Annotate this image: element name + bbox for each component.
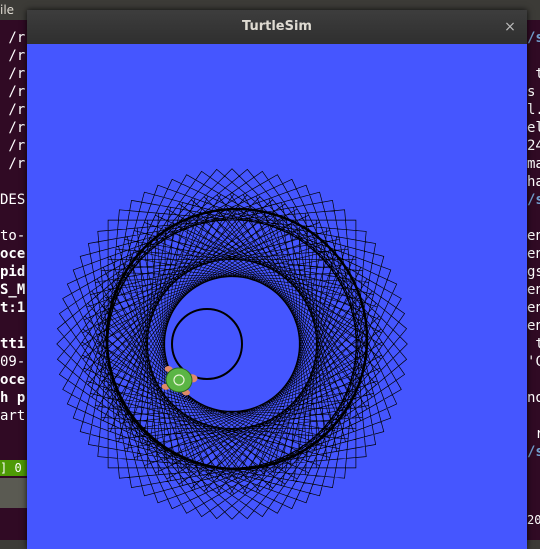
right-line: en bbox=[527, 246, 540, 262]
right-line: ma bbox=[527, 156, 540, 172]
window-titlebar[interactable]: TurtleSim × bbox=[27, 10, 527, 45]
left-line: oce bbox=[0, 372, 26, 388]
terminal-status-text: ] 0 bbox=[0, 461, 22, 475]
right-line: r bbox=[535, 426, 540, 442]
right-line: ha bbox=[527, 174, 540, 190]
menubar-file-label[interactable]: ile bbox=[0, 3, 14, 17]
left-line: t:1 bbox=[0, 300, 26, 316]
right-line: en bbox=[527, 282, 540, 298]
left-line: tti bbox=[0, 336, 26, 352]
left-line: /r bbox=[0, 138, 26, 154]
left-line: /r bbox=[0, 102, 26, 118]
desktop-strip bbox=[0, 478, 27, 508]
left-line: /r bbox=[0, 48, 26, 64]
left-line: /r bbox=[0, 156, 26, 172]
right-line: /s bbox=[527, 192, 540, 208]
right-line: en bbox=[527, 228, 540, 244]
left-line: /r bbox=[0, 84, 26, 100]
close-icon[interactable]: × bbox=[501, 18, 519, 36]
left-line: /r bbox=[0, 120, 26, 136]
turtle-canvas bbox=[27, 44, 527, 549]
left-line: art bbox=[0, 408, 26, 424]
terminal-status-bar: ] 0 bbox=[0, 460, 27, 476]
left-line: 09- bbox=[0, 354, 26, 370]
background-terminal-right[interactable]: /s tsl.el24maha/senengsenenen t'Cno r/s … bbox=[527, 0, 540, 549]
left-line: oce bbox=[0, 246, 26, 262]
right-line: no bbox=[527, 390, 540, 406]
right-line: t bbox=[535, 66, 540, 82]
right-line: /s bbox=[527, 444, 540, 460]
left-line: h p bbox=[0, 390, 26, 406]
turtle-sprite bbox=[161, 366, 198, 396]
right-line: gs bbox=[527, 264, 540, 280]
left-line: to- bbox=[0, 228, 26, 244]
left-line: DES bbox=[0, 192, 26, 208]
left-line: S_M bbox=[0, 282, 26, 298]
right-line: 24 bbox=[527, 138, 540, 154]
right-line: en bbox=[527, 300, 540, 316]
terminal-bottom-text: 20 bbox=[527, 513, 540, 527]
right-line: el bbox=[527, 120, 540, 136]
left-line: /r bbox=[0, 30, 26, 46]
window-title: TurtleSim bbox=[242, 19, 312, 34]
right-line: t bbox=[535, 336, 540, 352]
background-terminal-left[interactable]: /r /r /r /r /r /r /r /r DES to-oce pid S_M t:… bbox=[0, 0, 27, 549]
right-line: /s bbox=[527, 30, 540, 46]
turtle-icon bbox=[161, 366, 198, 396]
right-line: 'C bbox=[527, 354, 540, 370]
turtlesim-window[interactable]: TurtleSim × bbox=[27, 10, 527, 549]
left-line: pid bbox=[0, 264, 26, 280]
left-line: /r bbox=[0, 66, 26, 82]
right-line: s bbox=[527, 84, 536, 100]
right-line: l. bbox=[527, 102, 540, 118]
right-line: en bbox=[527, 318, 540, 334]
